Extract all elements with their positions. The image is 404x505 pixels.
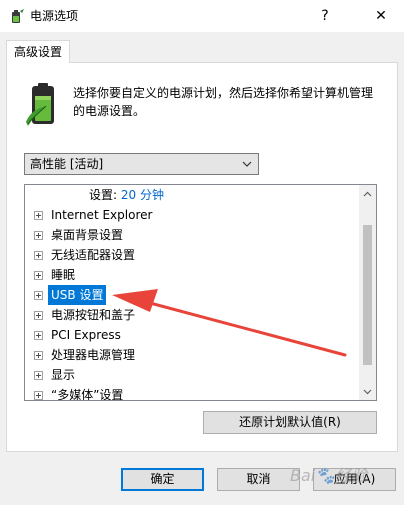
power-plan-value: 高性能 [活动] [30,157,104,171]
tree-item-label: 桌面背景设置 [51,228,124,242]
close-button[interactable]: ✕ [358,0,404,32]
help-button[interactable]: ? [302,0,348,32]
tree-item-label: 无线适配器设置 [51,248,136,262]
expand-icon[interactable] [34,371,43,380]
tree-item-pci-express[interactable]: PCI Express [25,325,360,345]
tree-item-wireless-adapter[interactable]: 无线适配器设置 [25,245,360,265]
tree-item-display[interactable]: 显示 [25,365,360,385]
expand-icon[interactable] [34,391,43,400]
tree-item-internet-explorer[interactable]: Internet Explorer [25,205,360,225]
tree-item-label: “多媒体”设置 [51,388,124,401]
tree-item-multimedia[interactable]: “多媒体”设置 [25,385,360,401]
tree-item-label: 处理器电源管理 [51,348,136,362]
expand-icon[interactable] [34,291,43,300]
expand-icon[interactable] [34,351,43,360]
power-options-icon [12,9,24,23]
tree-item-label: PCI Express [51,328,121,342]
expand-icon[interactable] [34,251,43,260]
setting-label: 设置: [89,188,118,202]
tree-setting-row: 设置: 20 分钟 [25,185,360,205]
tab-advanced-settings[interactable]: 高级设置 [6,40,70,63]
ok-button[interactable]: 确定 [121,468,204,491]
tree-item-power-buttons-lid[interactable]: 电源按钮和盖子 [25,305,360,325]
plan-description: 选择你要自定义的电源计划，然后选择你希望计算机管理的电源设置。 [73,86,374,118]
power-plan-dropdown[interactable]: 高性能 [活动] [24,153,259,175]
title-bar: 电源选项 ? ✕ [0,0,404,32]
watermark: Bai🐾经验 [290,466,368,485]
tree-item-usb-settings[interactable]: USB 设置 [25,285,360,305]
scroll-down-button[interactable] [359,383,376,400]
chevron-down-icon [363,389,372,394]
restore-defaults-button[interactable]: 还原计划默认值(R) [203,411,377,434]
settings-tree[interactable]: 设置: 20 分钟 Internet Explorer 桌面背景设置 无线适配器… [24,184,377,401]
tree-item-processor-power[interactable]: 处理器电源管理 [25,345,360,365]
scroll-thumb[interactable] [363,225,372,365]
expand-icon[interactable] [34,311,43,320]
setting-value[interactable]: 20 分钟 [121,188,164,202]
tree-item-sleep[interactable]: 睡眠 [25,265,360,285]
window-title: 电源选项 [30,9,79,23]
cancel-button[interactable]: 取消 [217,468,300,491]
tree-item-label: 电源按钮和盖子 [51,308,136,322]
tree-item-desktop-background[interactable]: 桌面背景设置 [25,225,360,245]
tree-item-label: 显示 [51,368,76,382]
expand-icon[interactable] [34,231,43,240]
expand-icon[interactable] [34,271,43,280]
tree-item-label: Internet Explorer [51,208,153,222]
chevron-down-icon [242,161,252,167]
tree-item-label-selected: USB 设置 [48,285,107,305]
expand-icon[interactable] [34,331,43,340]
scroll-up-button[interactable] [359,185,376,202]
battery-icon [26,83,54,126]
chevron-up-icon [363,191,372,196]
tree-item-label: 睡眠 [51,268,76,282]
dialog-body: 高级设置 选择你要自定义的电源计划，然后选择你希望计算机管理的电源设置。 高性能… [0,32,404,505]
tree-scrollbar[interactable] [359,185,376,400]
expand-icon[interactable] [34,211,43,220]
